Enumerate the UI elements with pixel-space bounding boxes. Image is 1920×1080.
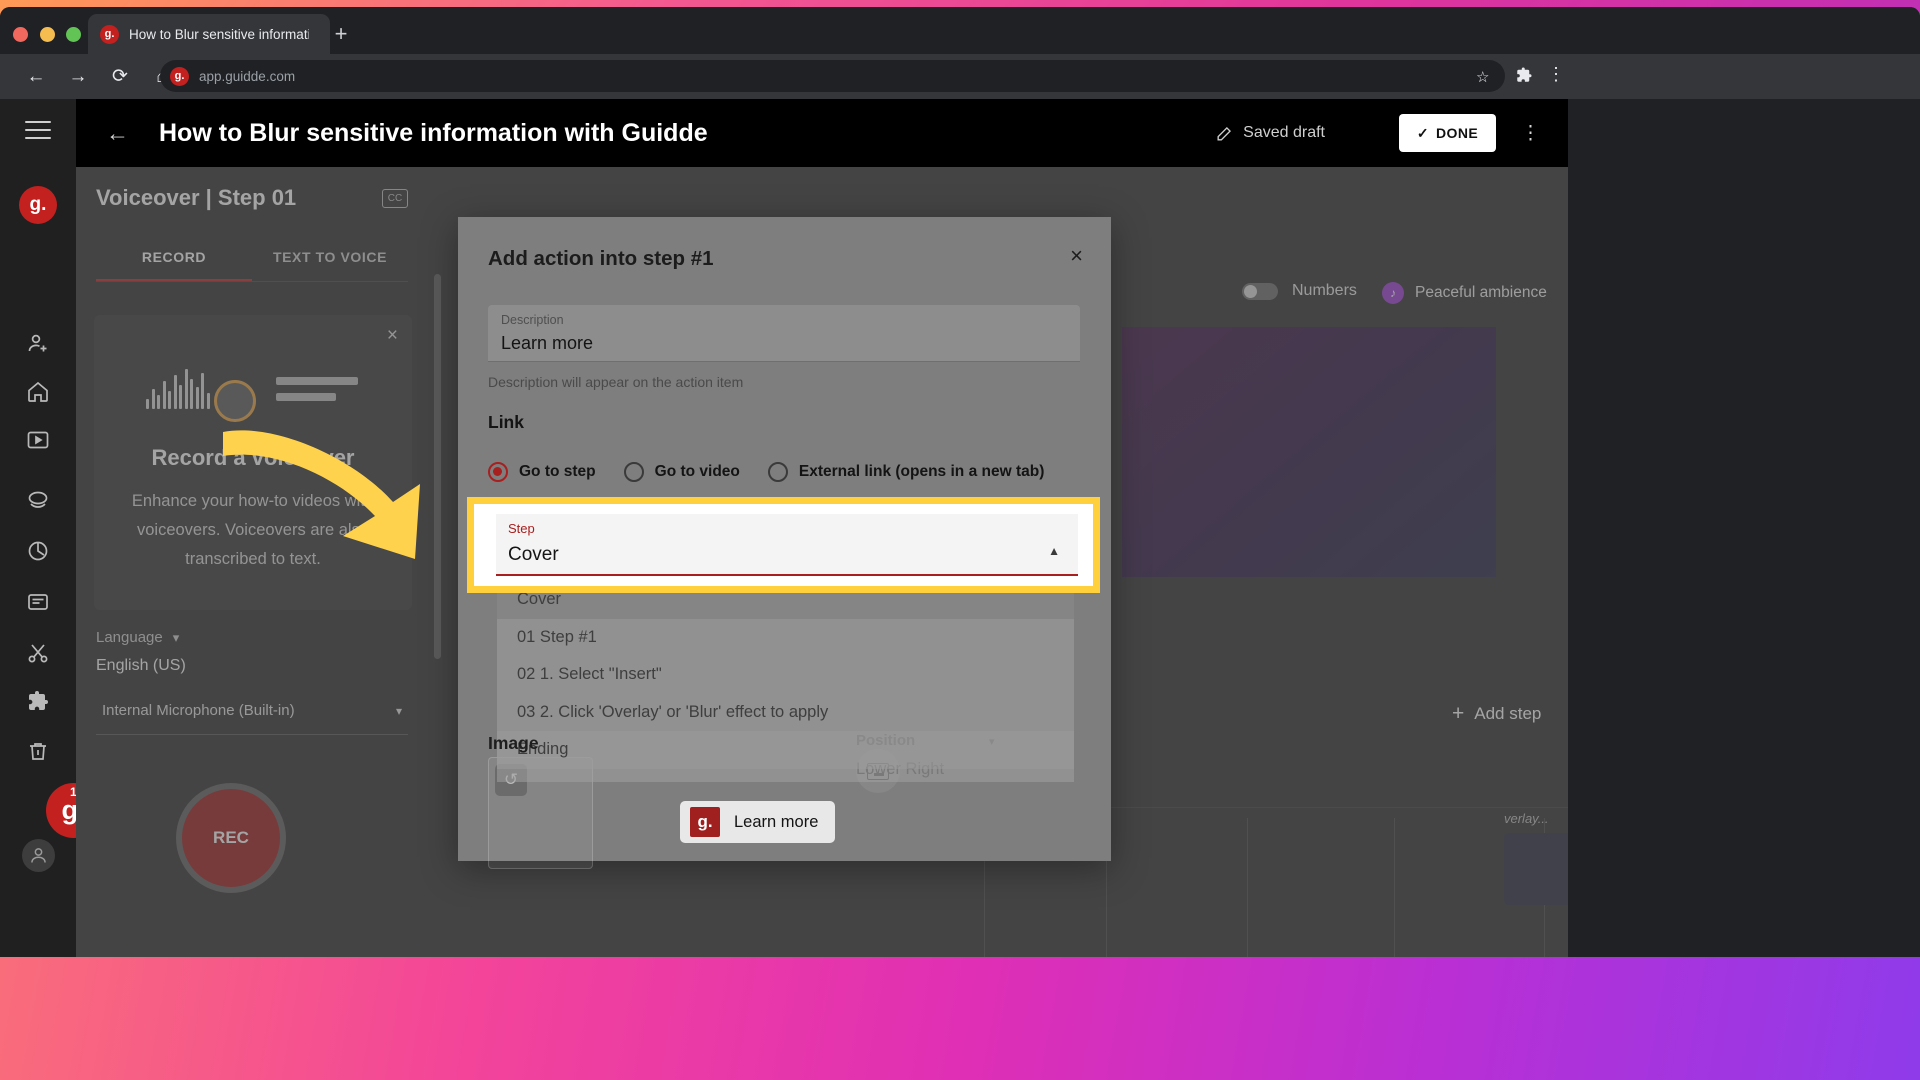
app-viewport: g. g. ← How to Blur sensitive informatio… [0, 99, 1568, 957]
extensions-puzzle-icon[interactable] [1515, 66, 1533, 84]
step-select-label: Step [508, 521, 535, 536]
done-button[interactable]: ✓ DONE [1399, 114, 1496, 152]
step-option-label: 02 1. Select "Insert" [517, 665, 662, 684]
address-bar-url: app.guidde.com [199, 68, 296, 84]
radio-label: Go to step [519, 463, 596, 480]
step-option-ending[interactable]: Ending [497, 731, 1074, 769]
browser-window: g. How to Blur sensitive information w +… [0, 7, 1920, 957]
reload-icon[interactable]: ⟳ [104, 61, 136, 93]
description-helper-text: Description will appear on the action it… [488, 374, 744, 390]
modal-title: Add action into step #1 [488, 247, 714, 270]
sidebar-item-extensions[interactable] [22, 685, 54, 717]
radio-unselected-icon [623, 462, 644, 482]
back-icon[interactable]: ← [20, 61, 52, 93]
sidebar-item-analytics[interactable] [22, 535, 54, 567]
description-label: Description [501, 313, 564, 327]
radio-selected-icon [488, 462, 508, 482]
menu-icon[interactable] [25, 121, 51, 145]
browser-menu-icon[interactable]: ⋮ [1547, 64, 1565, 85]
left-nav-rail: g. g. [0, 99, 101, 957]
saved-draft-label: Saved draft [1243, 124, 1325, 141]
step-option-03[interactable]: 03 2. Click 'Overlay' or 'Blur' effect t… [497, 694, 1074, 732]
step-select[interactable]: Step Cover ▲ [496, 514, 1078, 576]
link-type-radio-group: Go to step Go to video External link (op… [488, 462, 1072, 482]
step-option-02[interactable]: 02 1. Select "Insert" [497, 656, 1074, 694]
step-dropdown-list[interactable]: Cover 01 Step #1 02 1. Select "Insert" 0… [497, 581, 1074, 782]
description-field[interactable]: Description Learn more [488, 305, 1080, 362]
window-minimize-button[interactable] [40, 27, 55, 42]
step-select-value: Cover [508, 544, 559, 565]
page-title: How to Blur sensitive information with G… [159, 118, 708, 147]
radio-go-to-step[interactable]: Go to step [488, 462, 596, 482]
link-section-heading: Link [488, 412, 524, 432]
new-tab-button[interactable]: + [330, 23, 352, 46]
sidebar-item-home[interactable] [22, 376, 54, 408]
sidebar-item-layers[interactable] [22, 484, 54, 516]
radio-go-to-video[interactable]: Go to video [623, 462, 740, 482]
browser-tabstrip: g. How to Blur sensitive information w + [0, 7, 1920, 54]
screen-root: g. How to Blur sensitive information w +… [0, 0, 1920, 1080]
site-favicon-icon: g. [170, 66, 189, 86]
user-account-icon[interactable] [22, 839, 55, 872]
close-icon[interactable]: × [1070, 245, 1083, 267]
step-select-highlight: Step Cover ▲ [467, 497, 1100, 593]
guidde-logo-icon: g. [100, 24, 119, 44]
saved-draft-status: Saved draft [1215, 124, 1325, 143]
sidebar-item-add-user[interactable] [22, 327, 54, 359]
window-maximize-button[interactable] [66, 27, 81, 42]
back-icon[interactable]: ← [106, 120, 129, 147]
annotation-arrow-icon [223, 430, 420, 559]
bookmark-star-icon[interactable]: ☆ [1476, 68, 1489, 86]
radio-external-link[interactable]: External link (opens in a new tab) [767, 462, 1045, 482]
sidebar-item-playlist[interactable] [22, 586, 54, 618]
more-options-icon[interactable]: ⋮ [1521, 122, 1540, 145]
tab-title: How to Blur sensitive information w [129, 26, 309, 42]
edit-icon [1217, 126, 1232, 141]
sidebar-item-video-library[interactable] [22, 424, 54, 456]
description-input[interactable]: Learn more [501, 333, 1067, 354]
desktop-wallpaper [0, 952, 1920, 1080]
check-icon: ✓ [1416, 124, 1430, 141]
done-button-label: DONE [1436, 125, 1479, 141]
window-close-button[interactable] [13, 27, 28, 42]
guidde-brand-logo: g. [19, 186, 57, 224]
editor-topbar: ← How to Blur sensitive information with… [76, 99, 1568, 167]
address-bar[interactable]: g. app.guidde.com [160, 60, 1505, 92]
sidebar-item-trash-history[interactable] [22, 735, 54, 767]
sidebar-item-cut[interactable] [22, 637, 54, 669]
guidde-logo-icon: g. [690, 807, 720, 837]
chevron-up-icon: ▲ [1048, 544, 1060, 558]
radio-unselected-icon [767, 462, 788, 482]
forward-icon[interactable]: → [62, 61, 94, 93]
image-section-heading: Image [488, 733, 539, 753]
browser-tab[interactable]: g. How to Blur sensitive information w [88, 14, 330, 54]
learn-more-label: Learn more [734, 812, 819, 831]
step-option-01[interactable]: 01 Step #1 [497, 619, 1074, 657]
learn-more-preview-button[interactable]: g. Learn more [680, 801, 835, 843]
radio-label: Go to video [654, 463, 740, 480]
radio-label: External link (opens in a new tab) [798, 463, 1045, 480]
browser-toolbar: ← → ⟳ ⌂ g. app.guidde.com ☆ ⋮ [0, 54, 1920, 99]
